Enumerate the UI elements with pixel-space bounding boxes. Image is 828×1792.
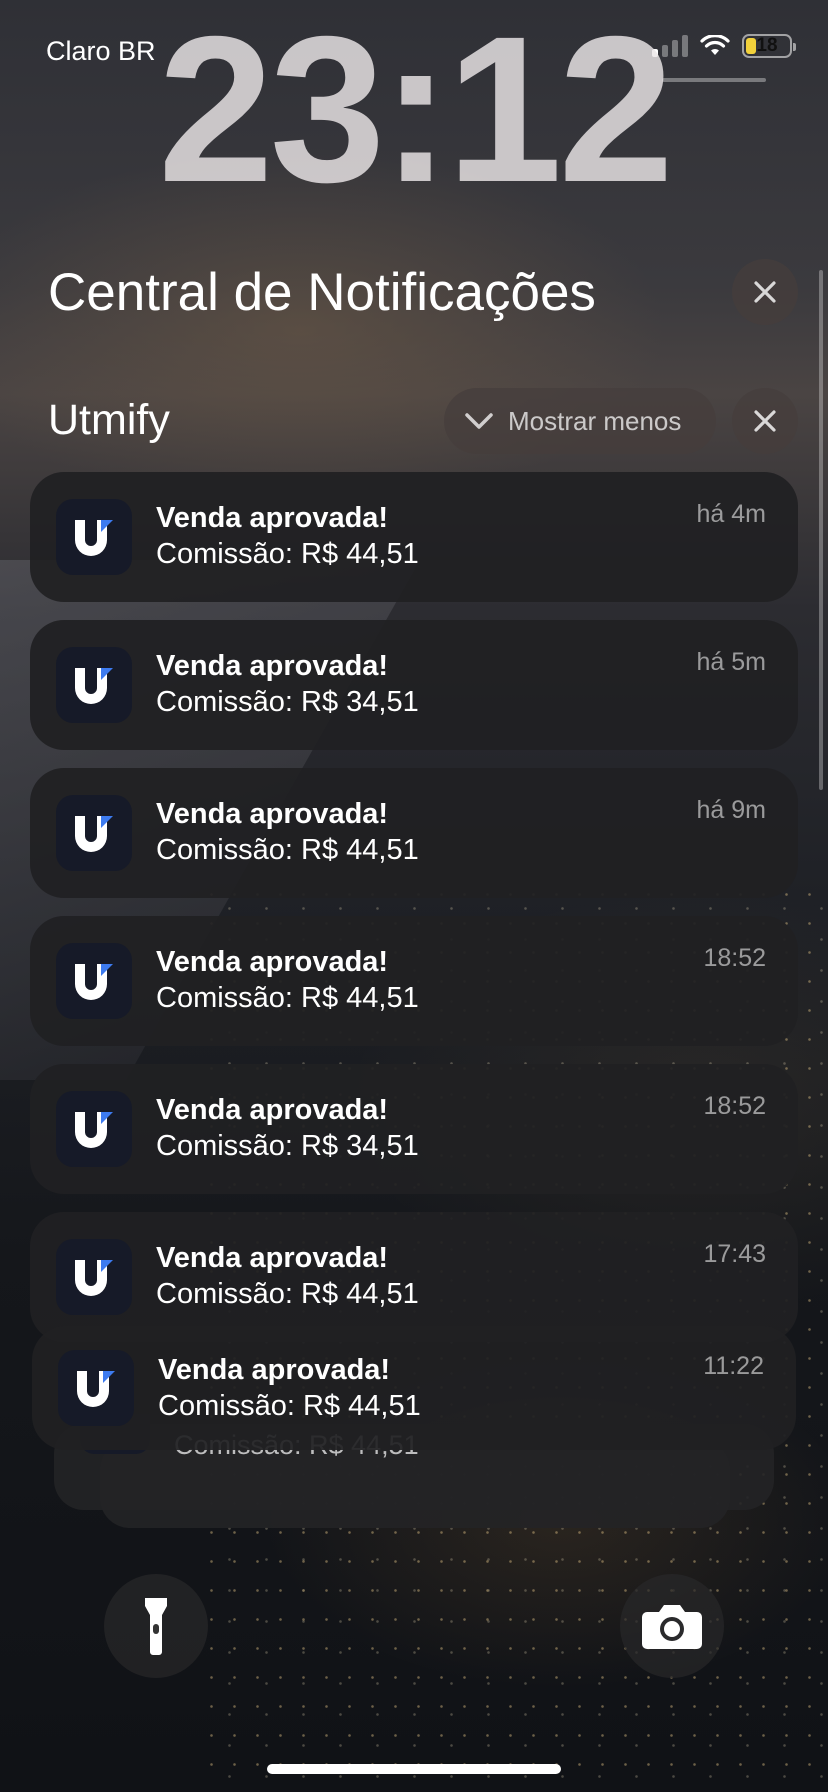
notification-time: 11:22: [703, 1352, 764, 1380]
notification-body: Comissão: R$ 44,51: [156, 538, 419, 570]
notification-body: Comissão: R$ 44,51: [158, 1390, 421, 1422]
camera-icon: [642, 1605, 702, 1649]
notification-time: 18:52: [703, 1092, 766, 1120]
notification-body: Comissão: R$ 44,51: [156, 1278, 419, 1310]
utmify-app-icon: [56, 647, 132, 723]
utmify-app-icon: [58, 1350, 134, 1426]
notification-time: há 9m: [696, 796, 766, 824]
utmify-app-icon: [56, 795, 132, 871]
notification-body: Comissão: R$ 44,51: [156, 834, 419, 866]
show-less-label: Mostrar menos: [508, 405, 682, 436]
notification-title: Venda aprovada!: [156, 798, 389, 830]
notification-time: há 5m: [696, 648, 766, 676]
notification-time: 17:43: [703, 1240, 766, 1268]
notification-title: Venda aprovada!: [156, 650, 389, 682]
notification-body: Comissão: R$ 34,51: [156, 686, 419, 718]
notification-title: Venda aprovada!: [156, 946, 389, 978]
notification-body: Comissão: R$ 44,51: [156, 982, 419, 1014]
notification-card[interactable]: Venda aprovada! Comissão: R$ 44,51 11:22: [32, 1326, 796, 1450]
utmify-app-icon: [56, 943, 132, 1019]
close-icon: [754, 410, 776, 432]
flashlight-icon: [145, 1598, 167, 1655]
camera-button[interactable]: [620, 1574, 724, 1678]
lock-screen-clock: 23:12: [158, 0, 674, 226]
notification-title: Venda aprovada!: [156, 502, 389, 534]
notification-card[interactable]: Venda aprovada! Comissão: R$ 44,51 18:52: [30, 916, 798, 1046]
utmify-app-icon: [56, 1239, 132, 1315]
flashlight-button[interactable]: [104, 1574, 208, 1678]
notification-card[interactable]: Venda aprovada! Comissão: R$ 44,51 há 9m: [30, 768, 798, 898]
utmify-app-icon: [56, 1091, 132, 1167]
notification-title: Venda aprovada!: [156, 1242, 389, 1274]
notification-title: Venda aprovada!: [158, 1354, 391, 1386]
notification-center-title: Central de Notificações: [48, 263, 596, 322]
utmify-app-icon: [56, 499, 132, 575]
notification-title: Venda aprovada!: [156, 1094, 389, 1126]
show-less-button[interactable]: Mostrar menos: [444, 388, 716, 454]
home-indicator[interactable]: [267, 1764, 561, 1774]
notification-card[interactable]: Venda aprovada! Comissão: R$ 44,51 17:43: [30, 1212, 798, 1342]
close-icon: [754, 281, 776, 303]
notification-time: 18:52: [703, 944, 766, 972]
clear-all-button[interactable]: [732, 259, 798, 325]
clear-group-button[interactable]: [732, 388, 798, 454]
notification-card[interactable]: Venda aprovada! Comissão: R$ 34,51 18:52: [30, 1064, 798, 1194]
chevron-down-icon: [465, 413, 493, 429]
notification-body: Comissão: R$ 34,51: [156, 1130, 419, 1162]
notification-time: há 4m: [696, 500, 766, 528]
notification-card[interactable]: Venda aprovada! Comissão: R$ 44,51 há 4m: [30, 472, 798, 602]
notification-card[interactable]: Venda aprovada! Comissão: R$ 34,51 há 5m: [30, 620, 798, 750]
group-app-name: Utmify: [48, 396, 170, 444]
scroll-indicator[interactable]: [819, 270, 823, 790]
